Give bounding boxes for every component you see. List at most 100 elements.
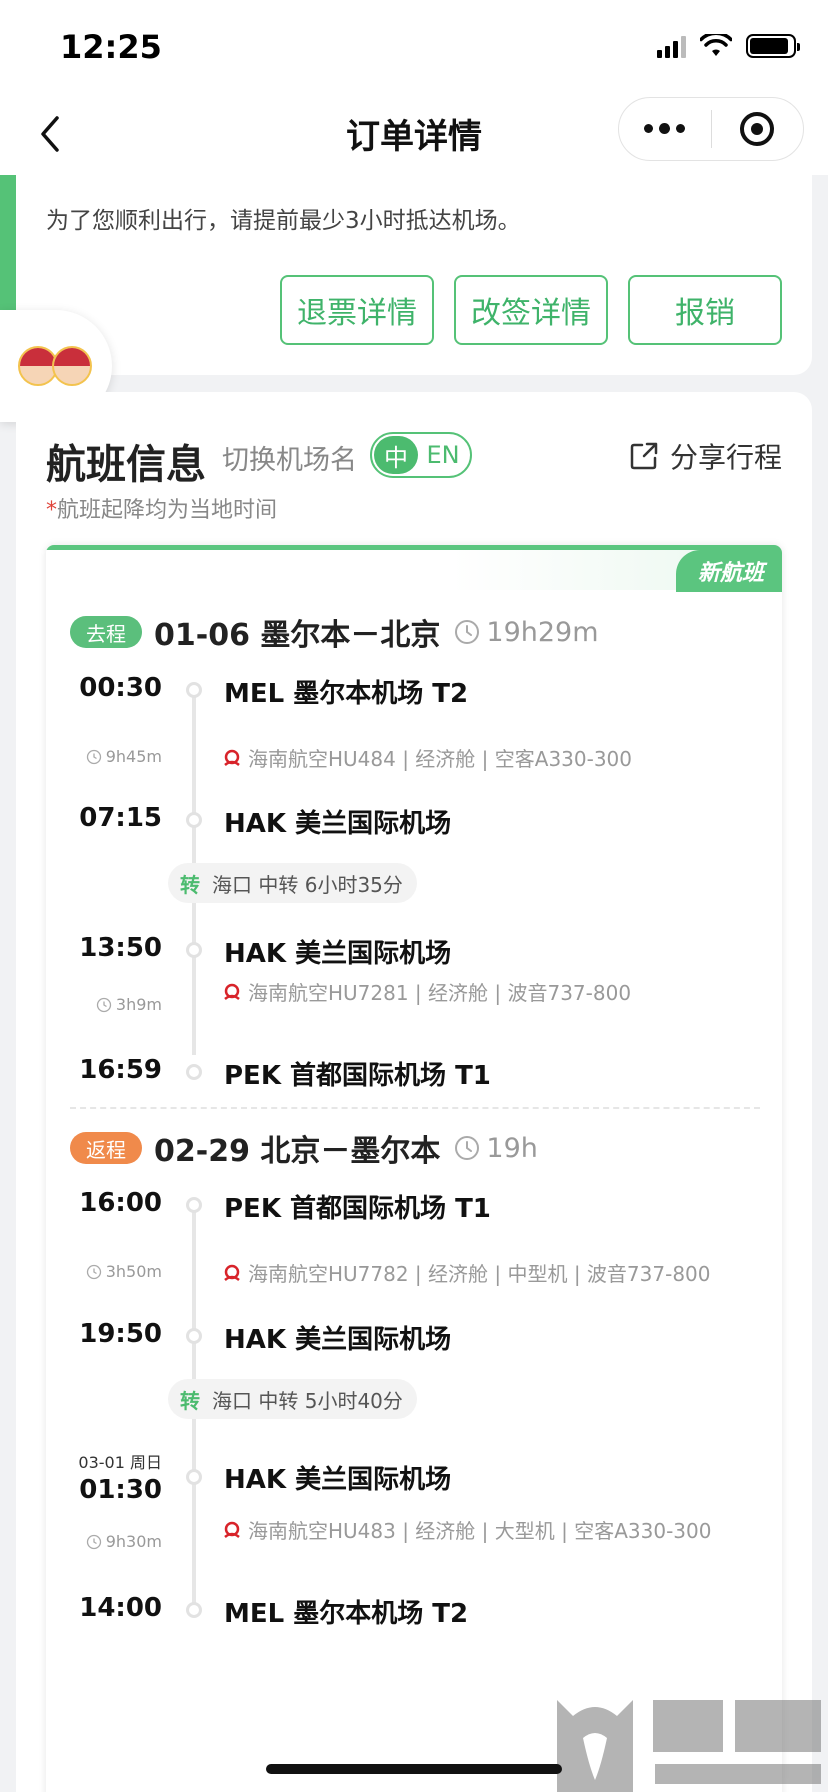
section-title: 航班信息 bbox=[46, 442, 206, 488]
flight-details: 海南航空HU483 | 经济舱 | 大型机 | 空客A330-300 bbox=[222, 1515, 711, 1544]
avatar bbox=[52, 346, 92, 386]
order-card: 为了您顺利出行，请提前最少3小时抵达机场。 退票详情 改签详情 报销 bbox=[16, 175, 812, 375]
battery-icon bbox=[746, 34, 800, 58]
home-indicator bbox=[266, 1764, 562, 1774]
arrival-time: 14:00 bbox=[79, 1593, 162, 1623]
clock-icon bbox=[455, 1136, 480, 1160]
arrival-notice: 为了您顺利出行，请提前最少3小时抵达机场。 bbox=[46, 208, 521, 234]
return-badge: 返程 bbox=[70, 1132, 142, 1164]
timeline-node bbox=[186, 1064, 202, 1080]
flight-duration: 9h45m bbox=[86, 747, 162, 766]
flight-details: 海南航空HU7281 | 经济舱 | 波音737-800 bbox=[222, 977, 631, 1006]
hainan-airlines-logo-icon bbox=[224, 1264, 240, 1281]
airport-name: MEL 墨尔本机场 T2 bbox=[224, 1599, 469, 1629]
timeline-node bbox=[186, 942, 202, 958]
flight-info-card: 航班信息 切换机场名 中 EN 分享行程 *航班起降均为当地时间 新航班 去程 … bbox=[16, 392, 812, 1792]
timeline-node bbox=[186, 1197, 202, 1213]
flight-duration: 9h30m bbox=[86, 1532, 162, 1551]
clock-icon bbox=[86, 1264, 101, 1279]
timeline-node bbox=[186, 1602, 202, 1618]
airport-language-toggle[interactable]: 中 EN bbox=[370, 432, 472, 478]
transfer-text: 海口 中转 6小时35分 bbox=[212, 872, 403, 897]
reimburse-button[interactable]: 报销 bbox=[628, 275, 782, 345]
note-asterisk: * bbox=[46, 498, 57, 523]
departure-time: 01:30 bbox=[79, 1475, 162, 1505]
timeline-node bbox=[186, 1469, 202, 1485]
nav-bar: 订单详情 bbox=[0, 95, 828, 175]
duration-text: 3h9m bbox=[115, 995, 162, 1014]
miniprogram-capsule bbox=[618, 97, 804, 161]
clock-icon bbox=[86, 749, 101, 764]
clock-icon bbox=[455, 620, 480, 644]
timeline-node bbox=[186, 812, 202, 828]
hainan-airlines-logo-icon bbox=[224, 1521, 240, 1538]
airport-name: HAK 美兰国际机场 bbox=[224, 1465, 452, 1495]
transfer-pill: 转 海口 中转 5小时40分 bbox=[168, 1379, 417, 1419]
transfer-text: 海口 中转 5小时40分 bbox=[212, 1388, 403, 1413]
order-actions: 退票详情 改签详情 报销 bbox=[280, 275, 782, 345]
status-bar: 12:25 bbox=[0, 0, 828, 95]
leg-duration-text: 19h29m bbox=[486, 616, 599, 648]
leg-divider bbox=[70, 1107, 760, 1109]
flight-details: 海南航空HU484 | 经济舱 | 空客A330-300 bbox=[222, 743, 632, 772]
card-accent bbox=[0, 175, 16, 310]
leg-route: 01-06 墨尔本－北京 bbox=[154, 618, 441, 653]
change-details-button[interactable]: 改签详情 bbox=[454, 275, 608, 345]
share-icon bbox=[630, 442, 658, 470]
outbound-leg-header: 去程 01-06 墨尔本－北京 19h29m bbox=[70, 610, 599, 654]
cellular-signal-icon bbox=[657, 34, 686, 58]
airport-name: HAK 美兰国际机场 bbox=[224, 939, 452, 969]
hainan-airlines-logo-icon bbox=[224, 749, 240, 766]
timeline-node bbox=[186, 1328, 202, 1344]
departure-time: 16:00 bbox=[79, 1188, 162, 1218]
departure-time: 00:30 bbox=[79, 673, 162, 703]
refund-details-button[interactable]: 退票详情 bbox=[280, 275, 434, 345]
arrival-time: 16:59 bbox=[79, 1055, 162, 1085]
arrival-time: 07:15 bbox=[79, 803, 162, 833]
flight-duration: 3h9m bbox=[96, 995, 162, 1014]
more-button[interactable] bbox=[619, 123, 711, 134]
flight-details-text: 海南航空HU7782 | 经济舱 | 中型机 | 波音737-800 bbox=[248, 1262, 711, 1286]
new-flight-badge: 新航班 bbox=[675, 550, 782, 592]
leg-duration-text: 19h bbox=[486, 1132, 538, 1164]
toggle-en[interactable]: EN bbox=[418, 441, 468, 469]
leg-duration: 19h bbox=[454, 1132, 538, 1164]
status-time: 12:25 bbox=[60, 28, 162, 66]
close-miniprogram-button[interactable] bbox=[712, 112, 804, 146]
target-icon bbox=[740, 112, 775, 146]
clock-icon bbox=[96, 997, 112, 1012]
flight-duration: 3h50m bbox=[86, 1262, 162, 1281]
transfer-pill: 转 海口 中转 6小时35分 bbox=[168, 863, 417, 903]
flight-details-text: 海南航空HU483 | 经济舱 | 大型机 | 空客A330-300 bbox=[248, 1519, 712, 1543]
black-cat-watermark-logo bbox=[557, 1700, 821, 1792]
outbound-badge: 去程 bbox=[70, 616, 142, 648]
transfer-mark: 转 bbox=[180, 1388, 200, 1413]
airport-name: PEK 首都国际机场 T1 bbox=[224, 1194, 491, 1224]
duration-text: 3h50m bbox=[105, 1262, 162, 1281]
leg-duration: 19h29m bbox=[454, 616, 599, 648]
note-text: 航班起降均为当地时间 bbox=[57, 498, 278, 523]
airport-name: HAK 美兰国际机场 bbox=[224, 809, 452, 839]
status-icons bbox=[657, 34, 800, 58]
flight-details-text: 海南航空HU484 | 经济舱 | 空客A330-300 bbox=[248, 747, 633, 771]
departure-time: 13:50 bbox=[79, 933, 162, 963]
return-leg-header: 返程 02-29 北京－墨尔本 19h bbox=[70, 1126, 538, 1170]
arrival-time: 19:50 bbox=[79, 1319, 162, 1349]
flight-details: 海南航空HU7782 | 经济舱 | 中型机 | 波音737-800 bbox=[222, 1258, 711, 1287]
wifi-icon bbox=[700, 34, 732, 56]
toggle-zh[interactable]: 中 bbox=[374, 436, 418, 474]
transfer-mark: 转 bbox=[180, 872, 200, 897]
flight-details-text: 海南航空HU7281 | 经济舱 | 波音737-800 bbox=[248, 981, 632, 1005]
switch-airport-name-label: 切换机场名 bbox=[222, 445, 357, 476]
hainan-airlines-logo-icon bbox=[224, 983, 240, 1000]
share-itinerary-button[interactable]: 分享行程 bbox=[628, 436, 782, 476]
timeline-node bbox=[186, 682, 202, 698]
airport-name: MEL 墨尔本机场 T2 bbox=[224, 679, 469, 709]
share-label: 分享行程 bbox=[669, 441, 782, 474]
itinerary-panel: 新航班 去程 01-06 墨尔本－北京 19h29m 00:30 MEL 墨尔本… bbox=[46, 545, 782, 1792]
duration-text: 9h45m bbox=[105, 747, 162, 766]
airport-name: PEK 首都国际机场 T1 bbox=[224, 1061, 491, 1091]
leg-route: 02-29 北京－墨尔本 bbox=[154, 1134, 441, 1169]
clock-icon bbox=[86, 1534, 101, 1549]
airport-name: HAK 美兰国际机场 bbox=[224, 1325, 452, 1355]
